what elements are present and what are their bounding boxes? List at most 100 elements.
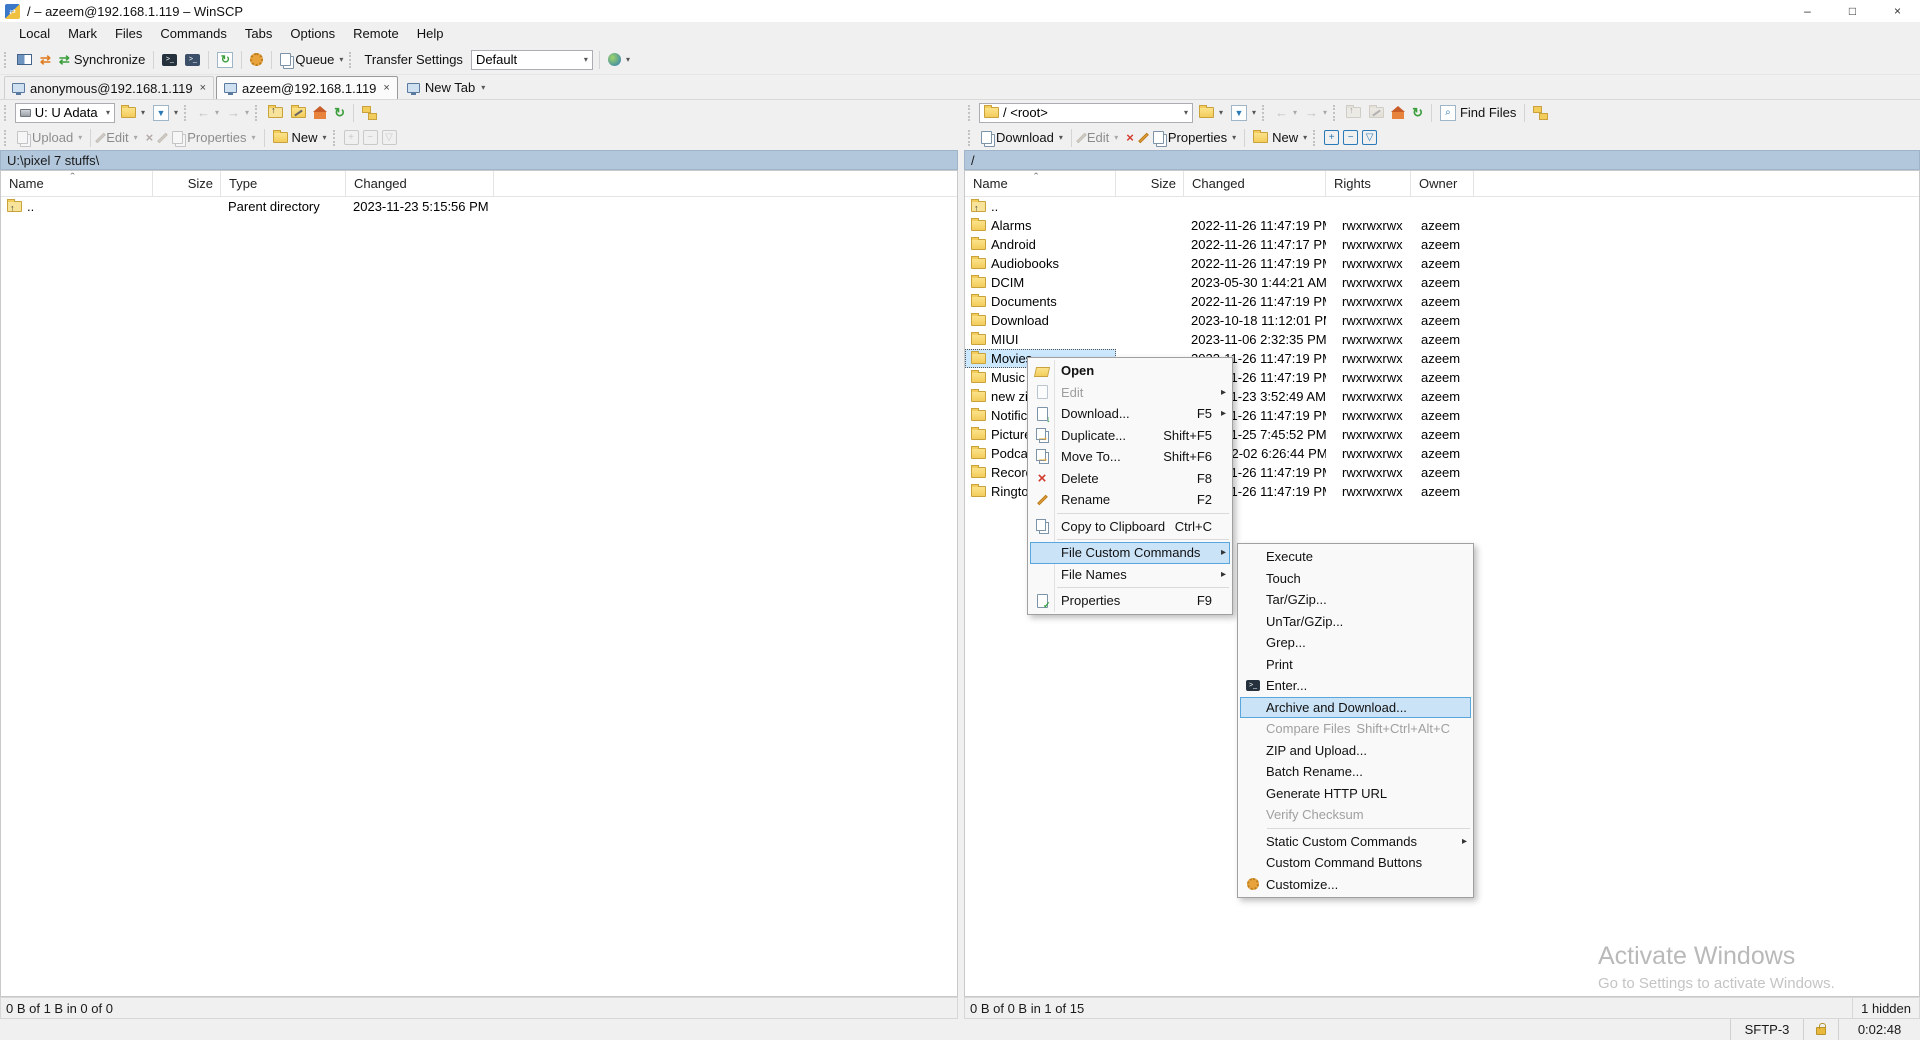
menu-commands[interactable]: Commands: [151, 22, 235, 45]
open-terminal-button[interactable]: >_: [158, 52, 181, 68]
close-button[interactable]: ×: [1875, 0, 1920, 22]
unselect-files-button[interactable]: −: [1343, 130, 1358, 145]
submenu-item-tar-gzip[interactable]: Tar/GZip...: [1240, 589, 1471, 611]
local-directory-tree-button[interactable]: [358, 104, 381, 122]
remote-forward-button[interactable]: →▾: [1301, 103, 1331, 122]
menu-options[interactable]: Options: [281, 22, 344, 45]
console-command-button[interactable]: >_: [181, 52, 204, 68]
local-drive-select[interactable]: U: U Adata HD65▾: [15, 103, 115, 123]
context-menu-item-download[interactable]: ↓Download...F5▸: [1030, 403, 1230, 425]
sync-browsing-button[interactable]: ⇄: [36, 50, 55, 70]
context-menu-item-delete[interactable]: ×DeleteF8: [1030, 468, 1230, 490]
preferences-button[interactable]: [246, 51, 267, 68]
context-menu-item-properties[interactable]: ✓PropertiesF9: [1030, 590, 1230, 612]
file-row[interactable]: Alarms2022-11-26 11:47:19 PMrwxrwxrwxaze…: [965, 216, 1919, 235]
remote-edit-button[interactable]: Edit▾: [1076, 128, 1122, 147]
menu-tabs[interactable]: Tabs: [236, 22, 281, 45]
chevron-down-icon[interactable]: ▾: [481, 83, 485, 92]
context-menu-item-file-custom-commands[interactable]: File Custom Commands▸: [1030, 542, 1230, 564]
context-menu-item-open[interactable]: Open: [1030, 360, 1230, 382]
column-header-name[interactable]: Nameˆ: [1, 171, 153, 196]
toolbar-grip[interactable]: [349, 52, 354, 68]
local-root-directory-button[interactable]: [287, 105, 310, 120]
local-parent-directory-button[interactable]: [264, 105, 287, 120]
select-same-extension-button[interactable]: ▽: [382, 130, 397, 145]
local-path-bar[interactable]: U:\pixel 7 stuffs\: [0, 150, 958, 170]
local-forward-button[interactable]: →▾: [223, 103, 253, 122]
toolbar-grip[interactable]: [968, 130, 973, 146]
remote-parent-directory-button[interactable]: [1342, 105, 1365, 120]
column-header-changed[interactable]: Changed: [1184, 171, 1326, 196]
synchronize-button[interactable]: ⇄Synchronize: [55, 50, 149, 70]
download-button[interactable]: Download▾: [977, 128, 1067, 147]
submenu-item-print[interactable]: Print: [1240, 654, 1471, 676]
upload-button[interactable]: Upload▾: [13, 128, 86, 147]
local-filter-button[interactable]: ▼▾: [149, 103, 182, 123]
file-row[interactable]: Android2022-11-26 11:47:17 PMrwxrwxrwxaz…: [965, 235, 1919, 254]
submenu-item-touch[interactable]: Touch: [1240, 568, 1471, 590]
local-refresh-button[interactable]: ↻: [330, 103, 349, 123]
encryption-indicator[interactable]: [1803, 1019, 1838, 1040]
azeem-tab[interactable]: azeem@192.168.1.119×: [216, 76, 398, 99]
column-header-owner[interactable]: Owner: [1411, 171, 1474, 196]
close-tab-icon[interactable]: ×: [383, 82, 389, 94]
remote-properties-button[interactable]: Properties▾: [1149, 128, 1240, 147]
local-home-directory-button[interactable]: [310, 105, 330, 121]
remote-open-directory-button[interactable]: ▾: [1195, 105, 1227, 120]
context-menu-item-duplicate[interactable]: →Duplicate...Shift+F5: [1030, 425, 1230, 447]
menu-mark[interactable]: Mark: [59, 22, 106, 45]
file-row[interactable]: ..Parent directory2023-11-23 5:15:56 PM: [1, 197, 957, 216]
local-edit-button[interactable]: Edit▾: [95, 128, 141, 147]
remote-directory-tree-button[interactable]: [1529, 104, 1552, 122]
submenu-item-grep[interactable]: Grep...: [1240, 632, 1471, 654]
context-menu-item-rename[interactable]: RenameF2: [1030, 489, 1230, 511]
toolbar-grip[interactable]: [255, 105, 260, 121]
local-open-directory-button[interactable]: ▾: [117, 105, 149, 120]
file-row[interactable]: Documents2022-11-26 11:47:19 PMrwxrwxrwx…: [965, 292, 1919, 311]
toolbar-grip[interactable]: [184, 105, 189, 121]
column-header-name[interactable]: Nameˆ: [965, 171, 1116, 196]
column-header-rights[interactable]: Rights: [1326, 171, 1411, 196]
transfer-settings-select[interactable]: Default▾: [471, 50, 593, 70]
remote-path-bar[interactable]: /: [964, 150, 1920, 170]
session-color-button[interactable]: ▾: [604, 51, 634, 68]
toolbar-grip[interactable]: [1333, 105, 1338, 121]
toolbar-grip[interactable]: [4, 130, 9, 146]
submenu-item-customize[interactable]: Customize...: [1240, 874, 1471, 896]
submenu-item-enter[interactable]: >_Enter...: [1240, 675, 1471, 697]
refresh-session-button[interactable]: ↻: [213, 50, 237, 70]
column-header-changed[interactable]: Changed: [346, 171, 494, 196]
remote-refresh-button[interactable]: ↻: [1408, 103, 1427, 123]
local-new-button[interactable]: New▾: [269, 128, 331, 147]
submenu-item-archive-and-download[interactable]: Archive and Download...: [1240, 697, 1471, 719]
remote-new-button[interactable]: New▾: [1249, 128, 1311, 147]
remote-directory-select[interactable]: / <root>▾: [979, 103, 1193, 123]
commander-layout-button[interactable]: [13, 52, 36, 67]
anonymous-tab[interactable]: anonymous@192.168.1.119×: [4, 76, 214, 99]
remote-filter-button[interactable]: ▼▾: [1227, 103, 1260, 123]
remote-back-button[interactable]: ←▾: [1271, 103, 1301, 122]
close-tab-icon[interactable]: ×: [200, 82, 206, 94]
column-header-size[interactable]: Size: [1116, 171, 1184, 196]
local-rename-button[interactable]: [157, 130, 168, 146]
submenu-item-generate-http-url[interactable]: Generate HTTP URL: [1240, 783, 1471, 805]
select-same-extension-button[interactable]: ▽: [1362, 130, 1377, 145]
menu-help[interactable]: Help: [408, 22, 453, 45]
toolbar-grip[interactable]: [333, 130, 338, 146]
submenu-item-untar-gzip[interactable]: UnTar/GZip...: [1240, 611, 1471, 633]
remote-root-directory-button[interactable]: [1365, 105, 1388, 120]
toolbar-grip[interactable]: [4, 105, 9, 121]
file-row[interactable]: DCIM2023-05-30 1:44:21 AMrwxrwxrwxazeem: [965, 273, 1919, 292]
toolbar-grip[interactable]: [4, 52, 9, 68]
minimize-button[interactable]: –: [1785, 0, 1830, 22]
file-row[interactable]: MIUI2023-11-06 2:32:35 PMrwxrwxrwxazeem: [965, 330, 1919, 349]
file-row[interactable]: ..: [965, 197, 1919, 216]
submenu-item-execute[interactable]: Execute: [1240, 546, 1471, 568]
file-row[interactable]: Audiobooks2022-11-26 11:47:19 PMrwxrwxrw…: [965, 254, 1919, 273]
context-menu-item-copy-to-clipboard[interactable]: Copy to ClipboardCtrl+C: [1030, 516, 1230, 538]
local-delete-button[interactable]: ×: [142, 128, 158, 147]
menu-files[interactable]: Files: [106, 22, 151, 45]
unselect-files-button[interactable]: −: [363, 130, 378, 145]
remote-delete-button[interactable]: ×: [1122, 128, 1138, 147]
local-back-button[interactable]: ←▾: [193, 103, 223, 122]
